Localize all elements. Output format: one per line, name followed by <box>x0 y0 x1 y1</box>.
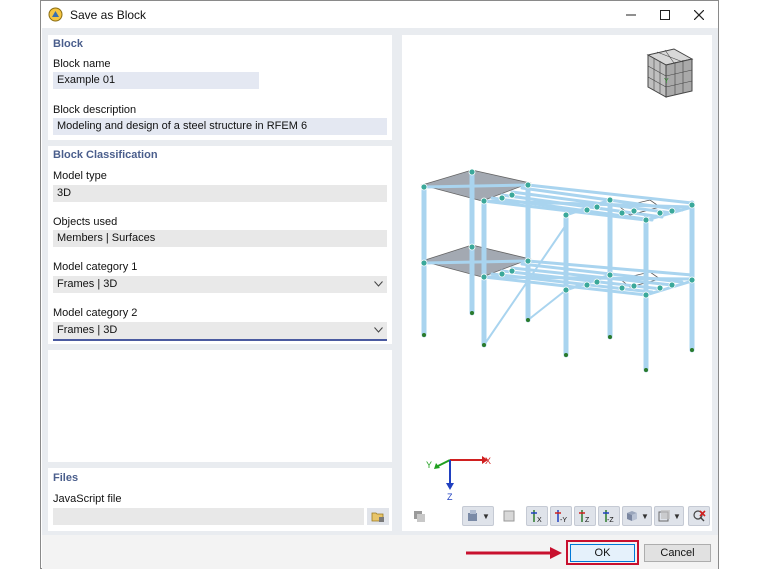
dialog-footer: OK Cancel <box>42 535 718 569</box>
chevron-down-icon <box>374 327 383 333</box>
block-section-title: Block <box>53 38 83 50</box>
model-preview-panel[interactable]: Y X Y Z ▼ X -Y Z -Z ▼ ▼ <box>402 35 712 531</box>
reset-view-icon <box>693 510 706 522</box>
dropdown-arrow-icon: ▼ <box>673 511 681 521</box>
model-category-1-select[interactable]: Frames | 3D <box>53 276 387 293</box>
javascript-file-input[interactable] <box>53 508 364 525</box>
object-info-icon <box>503 510 515 522</box>
view-box-icon <box>658 510 671 522</box>
display-properties-button[interactable]: ▼ <box>462 506 494 526</box>
model-category-2-select[interactable]: Frames | 3D <box>53 322 387 341</box>
title-bar: Save as Block <box>41 1 718 28</box>
y-axis-label: Y <box>426 460 432 470</box>
view-neg-z-button[interactable]: Z <box>574 506 596 526</box>
dialog-body: Block Block name Example 01 Block descri… <box>42 28 718 535</box>
dropdown-arrow-icon: ▼ <box>482 511 490 521</box>
view-box-button[interactable]: ▼ <box>654 506 684 526</box>
axis-indicator: X Y Z <box>426 456 491 502</box>
view-iso-icon <box>627 511 638 521</box>
model-category-2-label: Model category 2 <box>53 307 138 319</box>
save-as-block-dialog: Save as Block Block Block name Example 0… <box>40 0 719 569</box>
minimize-icon <box>626 14 636 15</box>
model-category-1-label: Model category 1 <box>53 261 138 273</box>
window-title: Save as Block <box>70 8 147 22</box>
view-iso-button[interactable]: ▼ <box>622 506 652 526</box>
model-type-field: 3D <box>53 185 387 202</box>
svg-text:Z: Z <box>585 517 590 524</box>
block-panel: Block Block name Example 01 Block descri… <box>48 35 392 140</box>
svg-text:-Y: -Y <box>560 517 567 524</box>
nav-cube-label: Y <box>664 78 669 85</box>
folder-icon <box>371 512 384 522</box>
maximize-icon <box>660 9 670 20</box>
chevron-down-icon <box>374 281 383 287</box>
nav-cube-icon[interactable]: Y <box>646 48 694 98</box>
view-z-button[interactable]: -Z <box>598 506 620 526</box>
model-category-2-value: Frames | 3D <box>57 324 118 336</box>
view-neg-y-button[interactable]: -Y <box>550 506 572 526</box>
objects-used-field: Members | Surfaces <box>53 230 387 247</box>
close-icon <box>694 9 704 20</box>
view-z-icon: -Z <box>603 510 614 524</box>
minimize-button[interactable] <box>614 1 648 28</box>
svg-text:X: X <box>537 517 542 524</box>
object-info-button[interactable] <box>498 506 520 526</box>
svg-text:-Z: -Z <box>607 517 614 524</box>
structure-3d-model: Y X Y Z <box>420 48 696 502</box>
empty-panel <box>48 350 392 462</box>
display-properties-icon <box>468 510 478 521</box>
reset-view-button[interactable] <box>688 506 710 526</box>
view-x-icon: X <box>531 510 542 524</box>
view-neg-z-icon: Z <box>579 510 590 524</box>
dropdown-arrow-icon: ▼ <box>641 511 649 521</box>
x-axis-label: X <box>485 456 491 466</box>
maximize-button[interactable] <box>648 1 682 28</box>
files-section-title: Files <box>53 472 79 484</box>
block-name-input[interactable]: Example 01 <box>53 72 259 89</box>
model-type-label: Model type <box>53 170 107 182</box>
z-axis-label: Z <box>447 492 453 502</box>
javascript-file-label: JavaScript file <box>53 493 122 505</box>
rfem-app-icon <box>48 7 63 22</box>
classification-section-title: Block Classification <box>53 149 158 161</box>
pointer-arrow-icon <box>466 547 562 559</box>
block-name-label: Block name <box>53 58 111 70</box>
block-description-input[interactable]: Modeling and design of a steel structure… <box>53 118 387 135</box>
view-x-button[interactable]: X <box>526 506 548 526</box>
files-panel: Files JavaScript file <box>48 468 392 531</box>
cancel-button[interactable]: Cancel <box>644 544 711 562</box>
render-mode-icon <box>414 511 425 522</box>
support-nodes <box>422 311 694 372</box>
close-button[interactable] <box>682 1 716 28</box>
ok-button[interactable]: OK <box>570 544 635 562</box>
render-mode-button[interactable] <box>408 506 430 526</box>
model-category-1-value: Frames | 3D <box>57 278 118 290</box>
view-neg-y-icon: -Y <box>555 510 567 524</box>
browse-button[interactable] <box>367 508 389 525</box>
objects-used-label: Objects used <box>53 216 118 228</box>
classification-panel: Block Classification Model type 3D Objec… <box>48 146 392 344</box>
block-description-label: Block description <box>53 104 137 116</box>
